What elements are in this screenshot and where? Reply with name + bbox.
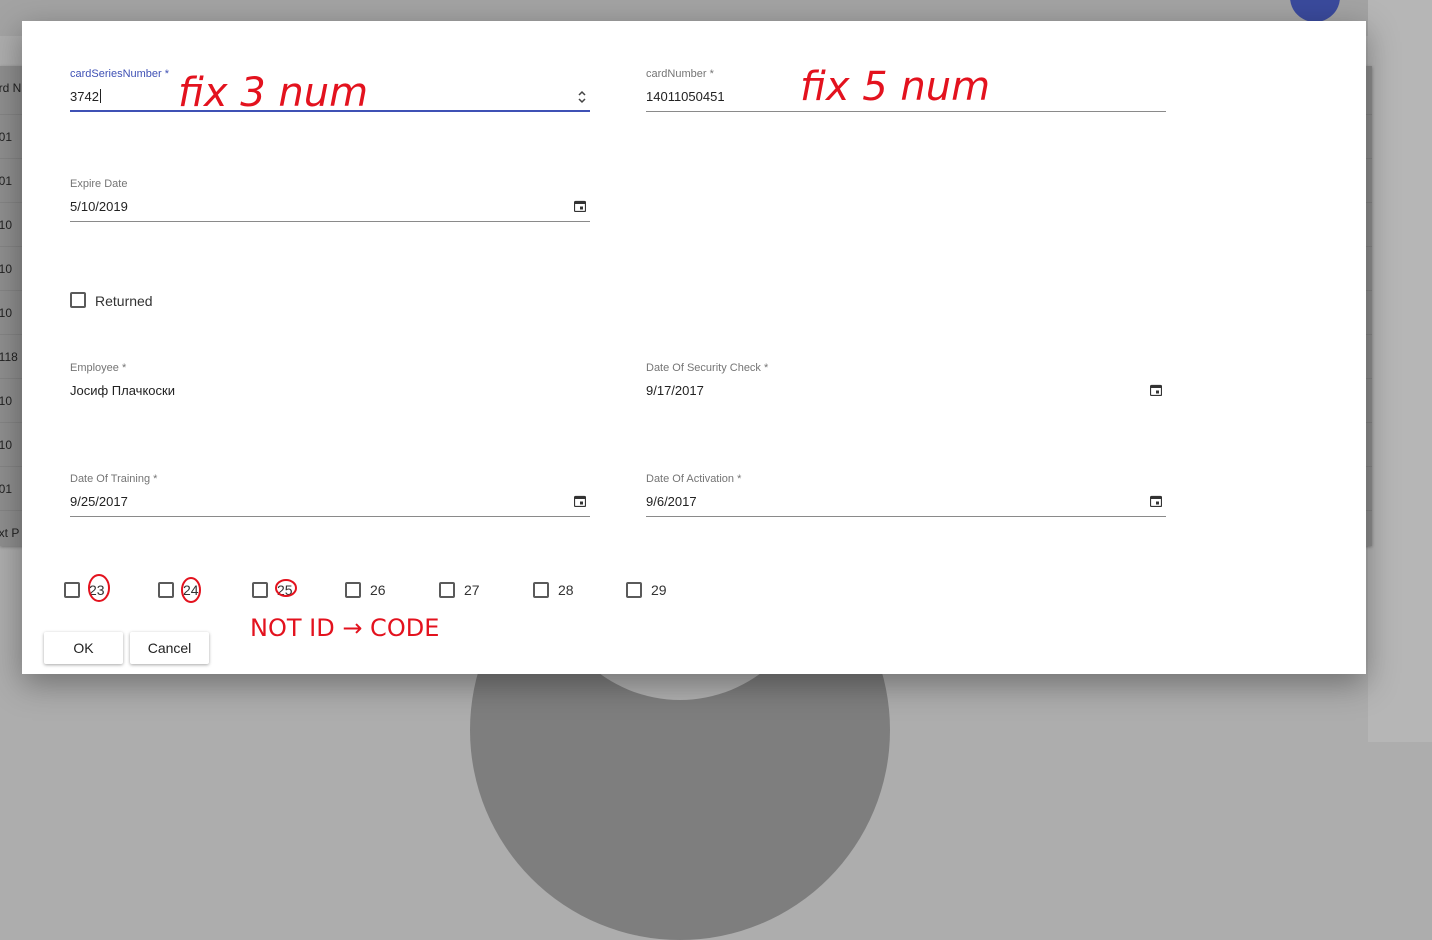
- expire-date-input[interactable]: 5/10/2019: [70, 199, 128, 214]
- checkbox-28[interactable]: [533, 582, 549, 598]
- cancel-button[interactable]: Cancel: [130, 632, 209, 664]
- field-underline: [646, 516, 1166, 517]
- training-date-label: Date Of Training *: [70, 473, 158, 485]
- checkbox-27[interactable]: [439, 582, 455, 598]
- returned-checkbox[interactable]: [70, 292, 86, 308]
- checkbox-23[interactable]: [64, 582, 80, 598]
- training-date-field[interactable]: Date Of Training * 9/25/2017: [70, 473, 590, 517]
- checkbox-29[interactable]: [626, 582, 642, 598]
- checkbox-26[interactable]: [345, 582, 361, 598]
- calendar-icon[interactable]: [1150, 495, 1162, 507]
- background-side: [1368, 0, 1432, 742]
- checkbox-label: 25: [277, 582, 293, 598]
- checkbox-label: 24: [183, 582, 199, 598]
- security-check-field[interactable]: Date Of Security Check * 9/17/2017: [646, 362, 1166, 406]
- ok-button[interactable]: OK: [44, 632, 123, 664]
- security-check-label: Date Of Security Check *: [646, 362, 769, 374]
- edit-card-dialog: cardSeriesNumber * 3742 cardNumber * 140…: [22, 21, 1366, 674]
- checkbox-label: 27: [464, 582, 480, 598]
- card-series-number-input[interactable]: 3742: [70, 89, 101, 104]
- calendar-icon[interactable]: [574, 200, 586, 212]
- field-underline: [646, 111, 1166, 112]
- expire-date-field[interactable]: Expire Date 5/10/2019: [70, 178, 590, 222]
- card-number-field[interactable]: cardNumber * 14011050451: [646, 68, 1166, 112]
- number-spinner-icon[interactable]: [576, 89, 588, 105]
- employee-label: Employee *: [70, 362, 127, 374]
- card-series-number-field[interactable]: cardSeriesNumber * 3742: [70, 68, 590, 112]
- field-underline: [70, 110, 590, 112]
- activation-date-field[interactable]: Date Of Activation * 9/6/2017: [646, 473, 1166, 517]
- field-underline: [70, 516, 590, 517]
- field-underline: [70, 221, 590, 222]
- card-number-input[interactable]: 14011050451: [646, 89, 725, 104]
- checkbox-label: 28: [558, 582, 574, 598]
- employee-select[interactable]: Јосиф Плачкоски: [70, 383, 175, 398]
- checkbox-label: 23: [89, 582, 105, 598]
- checkbox-25[interactable]: [252, 582, 268, 598]
- employee-field[interactable]: Employee * Јосиф Плачкоски: [70, 362, 590, 406]
- checkbox-label: 29: [651, 582, 667, 598]
- calendar-icon[interactable]: [1150, 384, 1162, 396]
- activation-date-label: Date Of Activation *: [646, 473, 742, 485]
- activation-date-input[interactable]: 9/6/2017: [646, 494, 697, 509]
- training-date-input[interactable]: 9/25/2017: [70, 494, 128, 509]
- checkbox-label: 26: [370, 582, 386, 598]
- checkbox-24[interactable]: [158, 582, 174, 598]
- card-series-number-label: cardSeriesNumber *: [70, 68, 170, 80]
- expire-date-label: Expire Date: [70, 178, 128, 190]
- card-number-label: cardNumber *: [646, 68, 714, 80]
- returned-label: Returned: [95, 293, 153, 309]
- calendar-icon[interactable]: [574, 495, 586, 507]
- security-check-input[interactable]: 9/17/2017: [646, 383, 704, 398]
